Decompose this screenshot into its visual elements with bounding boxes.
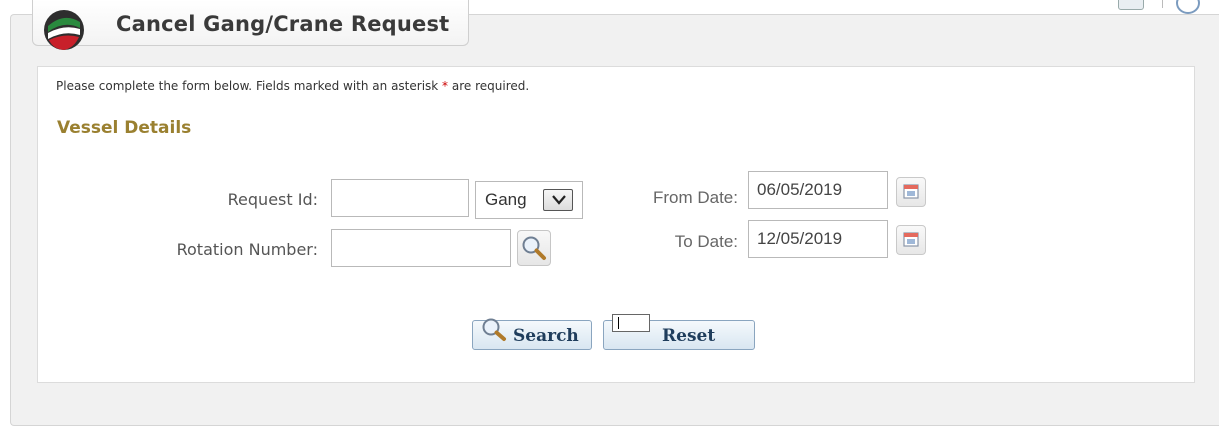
help-icon[interactable] [1176,0,1200,14]
section-title-vessel-details: Vessel Details [57,118,192,138]
text-cursor [618,317,619,329]
from-date-calendar-button[interactable] [896,177,926,207]
rotation-number-label: Rotation Number: [176,240,318,259]
company-logo-icon [40,6,88,52]
rotation-number-input[interactable] [331,229,511,267]
from-date-input[interactable]: 06/05/2019 [748,171,888,209]
header-tools [1112,0,1219,14]
form-instructions: Please complete the form below. Fields m… [56,79,529,93]
instructions-text-start: Please complete the form below. Fields m… [56,79,443,93]
to-date-label: To Date: [674,232,738,251]
rotation-lookup-button[interactable] [517,230,551,266]
search-icon [482,318,506,341]
calendar-icon [903,232,919,247]
request-id-label: Request Id: [227,190,318,209]
request-type-selected: Gang [485,190,527,209]
reset-button-overlay-box [612,314,650,332]
tool-separator [1162,0,1163,8]
reset-button-label: Reset [662,326,716,346]
to-date-calendar-button[interactable] [896,225,926,255]
instructions-text-end: are required. [448,79,530,93]
page-title: Cancel Gang/Crane Request [116,12,450,36]
search-icon [522,236,546,260]
search-button-label: Search [513,326,579,346]
calendar-icon [903,184,919,199]
chevron-down-icon[interactable] [543,189,573,211]
print-icon[interactable] [1118,0,1144,10]
request-id-input[interactable] [331,179,469,217]
to-date-input[interactable]: 12/05/2019 [748,220,888,258]
search-button[interactable]: Search [472,318,592,350]
from-date-label: From Date: [652,188,738,207]
request-type-select[interactable]: Gang [475,181,583,219]
